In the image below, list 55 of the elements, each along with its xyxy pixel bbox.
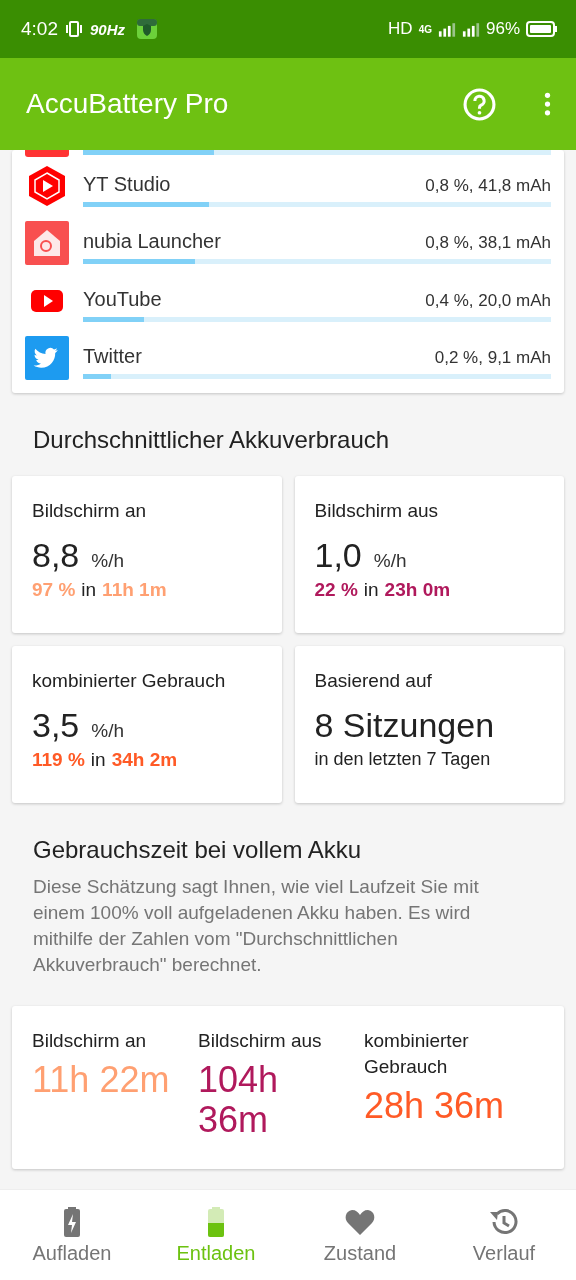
battery-percent: 96% — [485, 19, 520, 39]
stat-label: Bildschirm aus — [198, 1029, 322, 1053]
app-title: AccuBattery Pro — [26, 88, 230, 120]
runtime-value: 11h 22m — [32, 1060, 170, 1100]
runtime-value: 28h 36m — [364, 1086, 505, 1126]
refresh-rate: 90Hz — [90, 20, 125, 38]
help-icon[interactable] — [463, 87, 496, 121]
stat-in: in — [81, 579, 97, 601]
session-count: 8 Sitzungen — [314, 706, 495, 745]
stat-in: in — [90, 749, 106, 771]
stat-label: Bildschirm aus — [314, 500, 439, 522]
stat-unit: %/h — [373, 550, 407, 572]
stat-label: kombinierter Gebrauch — [364, 1029, 470, 1079]
clock: 4:02 — [21, 18, 58, 40]
stat-percent: 97 % — [32, 579, 76, 601]
stat-time: 23h 0m — [384, 579, 451, 601]
stat-value: 1,0 — [314, 536, 362, 575]
stat-percent: 119 % — [32, 749, 85, 771]
app-usage: 0,8 %, 38,1 mAh — [425, 233, 551, 254]
app-name: nubia Launcher — [83, 230, 221, 254]
stat-unit: %/h — [91, 550, 124, 572]
section-title: Durchschnittlicher Akkuverbrauch — [32, 425, 391, 455]
app-name: Twitter — [83, 345, 142, 369]
stat-value: 8,8 — [32, 536, 80, 575]
stat-note: in den letzten 7 Tagen — [314, 749, 491, 770]
nav-tab[interactable]: Verlauf — [432, 1190, 576, 1280]
stat-label: Basierend auf — [314, 670, 432, 692]
stat-unit: %/h — [91, 720, 124, 742]
stat-label: Bildschirm an — [32, 500, 147, 522]
nav-tab[interactable]: Zustand — [288, 1190, 432, 1280]
app-usage: 0,4 %, 20,0 mAh — [425, 290, 551, 311]
bird-icon — [25, 336, 69, 381]
more-icon[interactable] — [544, 91, 551, 117]
stat-label: Bildschirm an — [32, 1029, 147, 1053]
section-description: Diese Schätzung sagt Ihnen, wie viel Laufzeit Sie mit einem 100% voll aufgeladenen Akku haben. Es wird mithilfe der Zahlen vom "Durchschnittlichen Akkuverbrauch" berechnet. — [32, 875, 480, 977]
signal-icon — [437, 21, 456, 37]
stat-value: 3,5 — [32, 706, 80, 745]
battery-icon — [526, 21, 558, 37]
stat-label: kombinierter Gebrauch — [32, 670, 226, 692]
app-name: YT Studio — [83, 172, 171, 196]
runtime-value: 104h 36m — [198, 1060, 280, 1140]
stat-time: 34h 2m — [111, 749, 178, 771]
stat-percent: 22 % — [314, 579, 358, 601]
app-name: YouTube — [83, 287, 162, 311]
app-usage: 0,8 %, 41,8 mAh — [425, 175, 551, 196]
stat-time: 11h 1m — [102, 579, 167, 601]
vibrate-icon — [64, 19, 84, 39]
section-title: Gebrauchszeit bei vollem Akku — [32, 835, 363, 865]
signal-icon — [461, 21, 480, 37]
nav-tab[interactable]: Aufladen — [0, 1190, 144, 1280]
stat-in: in — [363, 579, 379, 601]
mobile-type: 4G — [418, 23, 432, 35]
house-icon — [25, 221, 69, 266]
network-type: HD — [388, 19, 413, 39]
app-usage: 0,2 %, 9,1 mAh — [434, 348, 551, 369]
